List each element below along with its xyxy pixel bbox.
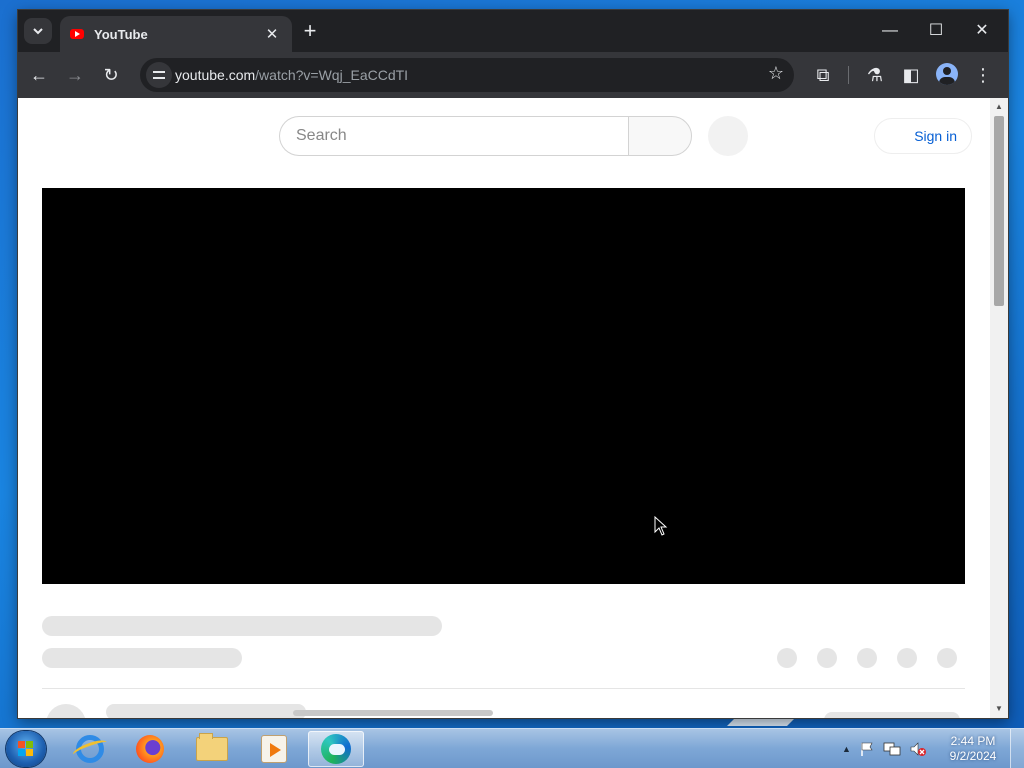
system-tray: ▲ bbox=[842, 739, 927, 759]
url-path: /watch?v=Wqj_EaCCdTI bbox=[255, 67, 409, 83]
tab-search-button[interactable] bbox=[24, 18, 52, 44]
comment-placeholder bbox=[106, 704, 306, 718]
action-center-flag-icon[interactable] bbox=[859, 741, 875, 757]
forward-button[interactable]: → bbox=[62, 62, 88, 88]
toolbar-separator bbox=[848, 66, 849, 84]
avatar-placeholder bbox=[46, 704, 86, 718]
youtube-favicon-icon bbox=[70, 29, 84, 39]
search-input[interactable]: Search bbox=[279, 116, 629, 156]
tab-youtube[interactable]: YouTube ✕ bbox=[60, 16, 292, 52]
profile-avatar-icon[interactable] bbox=[936, 63, 958, 85]
url-text[interactable]: youtube.com/watch?v=Wqj_EaCCdTI bbox=[175, 67, 408, 83]
windows-logo-icon bbox=[18, 741, 34, 757]
maximize-button[interactable]: ☐ bbox=[916, 18, 956, 44]
title-placeholder bbox=[42, 616, 442, 636]
extensions-icon[interactable]: ⧉ bbox=[810, 62, 836, 88]
firefox-taskbar-button[interactable] bbox=[122, 731, 178, 767]
tab-title: YouTube bbox=[94, 26, 148, 42]
clock-time: 2:44 PM bbox=[950, 734, 996, 748]
scroll-thumb[interactable] bbox=[994, 116, 1004, 306]
back-button[interactable]: ← bbox=[26, 62, 52, 88]
scroll-up-icon[interactable]: ▲ bbox=[990, 100, 1008, 114]
browser-toolbar: ← → ↻ youtube.com/watch?v=Wqj_EaCCdTI ☆ … bbox=[18, 52, 1008, 98]
new-tab-button[interactable]: + bbox=[298, 20, 322, 44]
side-panel-icon[interactable]: ◧ bbox=[898, 62, 924, 88]
search-button[interactable] bbox=[628, 116, 692, 156]
action-placeholder bbox=[937, 648, 957, 668]
clock-date: 9/2/2024 bbox=[949, 749, 997, 763]
firefox-icon bbox=[136, 735, 164, 763]
browser-window: YouTube ✕ + — ☐ ✕ ← → ↻ youtube.com/watc… bbox=[18, 10, 1008, 718]
tab-close-icon[interactable]: ✕ bbox=[260, 25, 284, 43]
network-icon[interactable] bbox=[883, 741, 901, 757]
file-explorer-taskbar-button[interactable] bbox=[184, 731, 240, 767]
sidebar-placeholder bbox=[824, 712, 960, 718]
media-player-taskbar-button[interactable] bbox=[246, 731, 302, 767]
url-domain: youtube.com bbox=[175, 67, 256, 83]
title-bar: YouTube ✕ + — ☐ ✕ bbox=[18, 10, 1008, 52]
start-button[interactable] bbox=[6, 731, 46, 767]
show-desktop-button[interactable] bbox=[1010, 729, 1024, 768]
bookmark-star-icon[interactable]: ☆ bbox=[768, 63, 784, 84]
volume-muted-icon[interactable] bbox=[909, 741, 927, 757]
show-hidden-icons-button[interactable]: ▲ bbox=[842, 744, 851, 754]
labs-icon[interactable]: ⚗ bbox=[862, 62, 888, 88]
folder-icon bbox=[196, 733, 228, 761]
action-placeholder bbox=[817, 648, 837, 668]
channel-placeholder bbox=[42, 648, 242, 668]
action-placeholder bbox=[897, 648, 917, 668]
action-placeholder bbox=[777, 648, 797, 668]
section-divider bbox=[42, 688, 965, 689]
sign-in-button[interactable]: Sign in bbox=[874, 118, 972, 154]
menu-icon[interactable]: ⋮ bbox=[970, 62, 996, 88]
internet-explorer-icon bbox=[76, 735, 104, 763]
minimize-button[interactable]: — bbox=[870, 18, 910, 44]
site-info-icon[interactable] bbox=[146, 62, 172, 88]
video-player[interactable] bbox=[42, 188, 965, 584]
chevron-down-icon bbox=[33, 28, 43, 35]
internet-explorer-taskbar-button[interactable] bbox=[62, 731, 118, 767]
youtube-page: Search Sign in bbox=[18, 98, 990, 718]
reload-button[interactable]: ↻ bbox=[98, 62, 124, 88]
vertical-scrollbar[interactable]: ▲ ▼ bbox=[990, 98, 1008, 718]
action-placeholder bbox=[857, 648, 877, 668]
mouse-cursor-icon bbox=[654, 516, 668, 536]
address-bar[interactable]: youtube.com/watch?v=Wqj_EaCCdTI ☆ bbox=[140, 58, 794, 92]
edge-icon bbox=[321, 734, 351, 764]
horizontal-scroll-thumb[interactable] bbox=[293, 710, 493, 716]
scroll-down-icon[interactable]: ▼ bbox=[990, 702, 1008, 716]
voice-search-button[interactable] bbox=[708, 116, 748, 156]
media-player-icon bbox=[261, 735, 287, 763]
edge-taskbar-button[interactable] bbox=[308, 731, 364, 767]
taskbar: ▲ 2:44 PM 9/2/2024 bbox=[0, 728, 1024, 768]
system-clock[interactable]: 2:44 PM 9/2/2024 bbox=[940, 734, 1006, 764]
close-window-button[interactable]: ✕ bbox=[962, 18, 1002, 44]
